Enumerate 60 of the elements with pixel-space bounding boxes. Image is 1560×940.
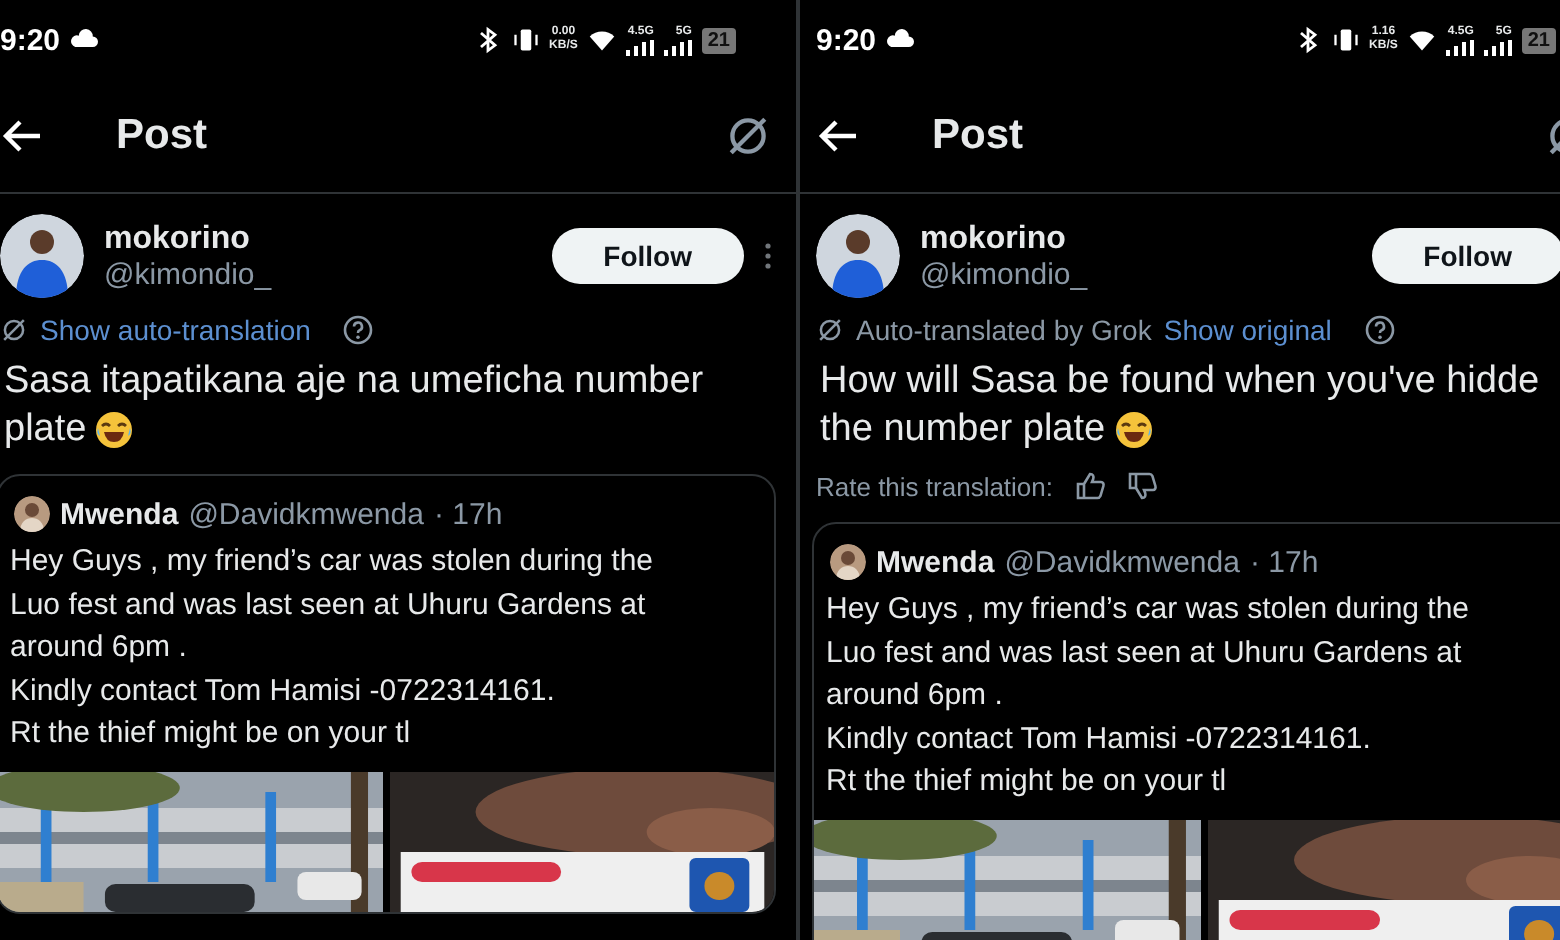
grok-icon	[724, 112, 772, 160]
post-time: · 17h	[433, 497, 503, 531]
wifi-icon	[1407, 26, 1436, 54]
quoted-author-avatar	[14, 496, 50, 532]
signal-icon	[625, 39, 654, 55]
signal-icon	[663, 39, 692, 55]
grok-icon	[816, 316, 844, 344]
quoted-text-line: Hey Guys , my friend’s car was stolen during the	[10, 542, 656, 582]
follow-button[interactable]: Follow	[1371, 228, 1560, 284]
avatar[interactable]	[816, 214, 900, 298]
vibrate-icon	[1331, 26, 1360, 54]
quoted-text-line: Luo fest and was last seen at Uhuru Gardens at	[10, 585, 648, 625]
grok-icon	[0, 316, 28, 344]
quoted-author-name: Mwenda	[60, 497, 179, 531]
show-original-link[interactable]: Show original	[1163, 314, 1332, 346]
page-title: Post	[116, 112, 210, 160]
rate-translation-label: Rate this translation:	[816, 471, 1054, 501]
author-handle[interactable]: @kimondio_	[104, 257, 532, 291]
status-time: 9:20	[0, 23, 61, 57]
thumbs-up-icon[interactable]	[1073, 470, 1106, 502]
quoted-author-handle: @Davidkmwenda	[188, 497, 424, 531]
quoted-post-card[interactable]	[812, 522, 1560, 940]
vibrate-icon	[511, 26, 540, 54]
quoted-text-line: Kindly contact Tom Hamisi -0722314161.	[10, 671, 557, 711]
signal-icon	[1483, 39, 1512, 55]
post-text-line: Sasa itapatikana aje na umeficha number	[4, 358, 704, 406]
quoted-text-line: around 6pm .	[826, 676, 1005, 716]
post-text-line: plate	[4, 406, 87, 454]
quoted-text-line: Kindly contact Tom Hamisi -0722314161.	[826, 719, 1373, 759]
post-time: · 17h	[1249, 545, 1319, 579]
quoted-post-card[interactable]	[0, 474, 776, 913]
show-translation-link[interactable]: Show auto-translation	[40, 314, 311, 346]
author-name[interactable]: mokorino	[104, 221, 532, 257]
wifi-icon	[587, 26, 616, 54]
quoted-text-line: Rt the thief might be on your tl	[10, 714, 413, 754]
follow-button[interactable]: Follow	[551, 228, 744, 284]
battery-level: 21	[1521, 27, 1556, 53]
quoted-text-line: Rt the thief might be on your tl	[826, 762, 1229, 802]
laughing-emoji-icon	[1113, 410, 1154, 450]
post-text-line: How will Sasa be found when you've hidde	[820, 358, 1540, 406]
quoted-text-line: Luo fest and was last seen at Uhuru Gardens at	[826, 633, 1464, 673]
more-options-icon[interactable]	[764, 242, 772, 270]
post-text-line: the number plate	[820, 406, 1106, 454]
signal-icon	[1445, 39, 1474, 55]
author-name[interactable]: mokorino	[920, 221, 1352, 257]
help-icon[interactable]	[1363, 314, 1396, 346]
thumbs-down-icon[interactable]	[1125, 470, 1158, 502]
quoted-text-line: Hey Guys , my friend’s car was stolen during the	[826, 590, 1472, 630]
quoted-author-handle: @Davidkmwenda	[1004, 545, 1240, 579]
avatar[interactable]	[0, 214, 84, 298]
help-icon[interactable]	[342, 314, 375, 346]
translation-note: Auto-translated by Grok	[856, 314, 1152, 346]
laughing-emoji-icon	[94, 410, 135, 450]
quoted-author-name: Mwenda	[876, 545, 995, 579]
quoted-author-avatar	[830, 544, 866, 580]
author-handle[interactable]: @kimondio_	[920, 257, 1352, 291]
quoted-text-line: around 6pm .	[10, 628, 189, 668]
page-title: Post	[932, 112, 1026, 160]
status-time: 9:20	[816, 23, 877, 57]
battery-level: 21	[701, 27, 736, 53]
